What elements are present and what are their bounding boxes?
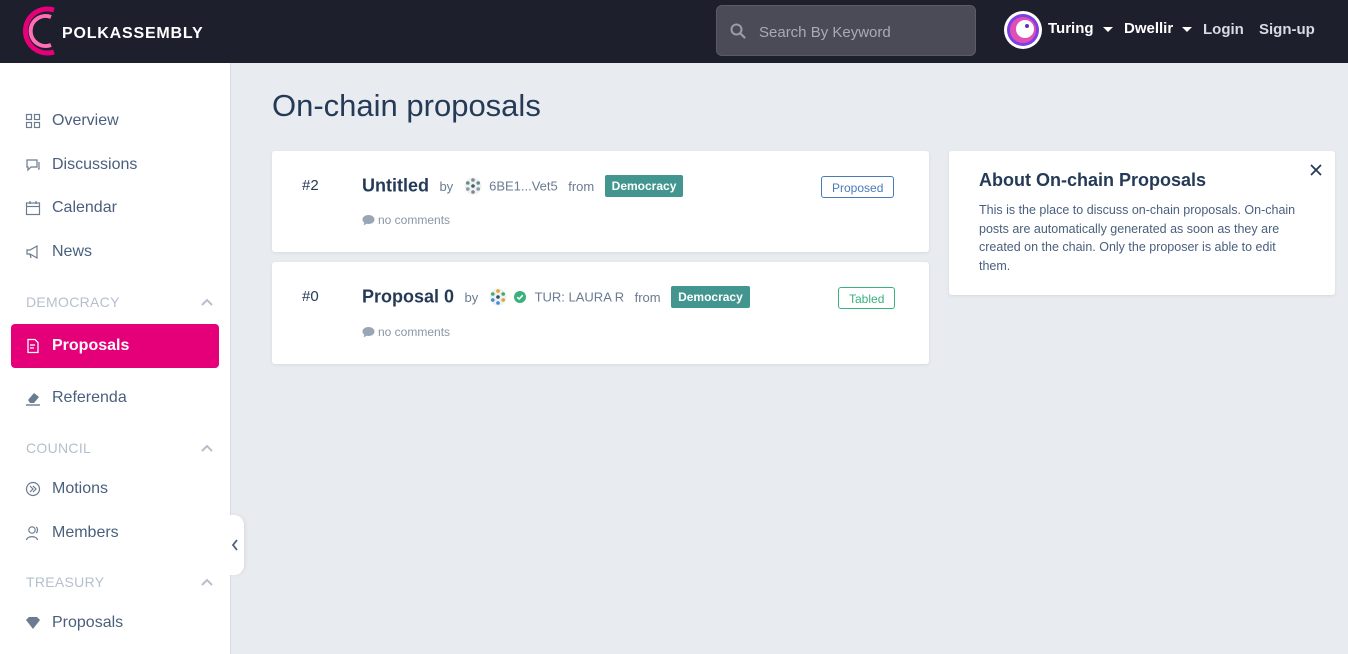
megaphone-icon (26, 244, 38, 260)
proposal-header: Proposal 0 by TUR: LAURA R from Democrac… (362, 286, 750, 312)
rpc-selector[interactable]: Dwellir (1124, 20, 1173, 37)
calendar-icon (25, 201, 41, 216)
sidebar-item-motions[interactable]: Motions (11, 467, 219, 511)
proposal-header: Untitled by 6BE1...Vet5 from Democracy (362, 175, 684, 201)
identicon-icon (489, 288, 507, 306)
motion-icon (25, 481, 41, 497)
signup-link[interactable]: Sign-up (1259, 21, 1315, 38)
comment-count: no comments (362, 213, 450, 227)
proposal-number: #2 (302, 177, 319, 194)
diamond-icon (26, 617, 40, 629)
sidebar-item-democracy-proposals[interactable]: Proposals (11, 324, 219, 368)
search-icon (730, 23, 746, 39)
sidebar-item-label: News (52, 243, 93, 260)
search-box[interactable] (716, 5, 976, 56)
close-icon[interactable] (1309, 163, 1323, 177)
sidebar-collapse-button[interactable] (226, 515, 244, 575)
comment-count: no comments (362, 325, 450, 339)
sidebar-item-label: Discussions (52, 156, 138, 173)
about-title: About On-chain Proposals (979, 170, 1207, 190)
comment-count-label: no comments (378, 213, 451, 227)
topic-tag: Democracy (604, 175, 684, 197)
proposal-title[interactable]: Untitled (362, 176, 429, 196)
sidebar-item-label: Calendar (52, 199, 117, 216)
comment-icon (362, 327, 375, 338)
section-treasury: TREASURY (26, 574, 105, 590)
comment-icon (362, 215, 375, 226)
sidebar-item-label: Referenda (52, 389, 127, 406)
section-council: COUNCIL (26, 440, 92, 456)
sidebar-item-treasury-proposals[interactable]: Proposals (11, 601, 219, 645)
search-input[interactable] (757, 18, 961, 46)
sidebar-item-discussions[interactable]: Discussions (11, 143, 219, 187)
identicon-icon (464, 177, 482, 195)
status-badge: Proposed (821, 176, 895, 198)
rpc-caret-icon[interactable] (1182, 27, 1192, 32)
chevron-up-icon[interactable] (200, 297, 214, 307)
top-bar: POLKASSEMBLY Turing Dwellir Login Sign-u… (0, 0, 1348, 63)
sidebar-item-label: Proposals (52, 614, 124, 631)
sidebar-item-news[interactable]: News (11, 230, 219, 274)
topic-tag: Democracy (671, 286, 750, 308)
about-panel: About On-chain Proposals This is the pla… (949, 151, 1335, 295)
proposal-card[interactable]: #2 Untitled by 6BE1...Vet5 from Democrac… (272, 151, 929, 252)
network-selector[interactable]: Turing (1048, 20, 1094, 37)
about-body: This is the place to discuss on-chain pr… (979, 203, 1296, 273)
brand-name: POLKASSEMBLY (62, 25, 204, 42)
turing-network-icon[interactable] (1003, 10, 1043, 50)
chevron-left-icon (231, 539, 238, 551)
sidebar-item-calendar[interactable]: Calendar (11, 186, 219, 230)
network-caret-icon[interactable] (1103, 27, 1113, 32)
eraser-icon (26, 393, 40, 406)
sidebar-item-label: Members (52, 524, 119, 541)
by-label: by (439, 178, 454, 194)
login-link[interactable]: Login (1203, 21, 1244, 38)
from-label: from (568, 178, 595, 194)
sidebar-item-label: Motions (52, 480, 109, 497)
proposal-card[interactable]: #0 Proposal 0 by TUR: LAURA R from Democ… (272, 262, 929, 364)
sidebar: Overview Discussions Calendar News DEMOC… (0, 63, 231, 654)
page-title: On-chain proposals (272, 88, 541, 123)
author-name[interactable]: TUR: LAURA R (535, 290, 625, 305)
sidebar-item-members[interactable]: Members (11, 511, 219, 555)
author-address[interactable]: 6BE1...Vet5 (489, 179, 558, 194)
comment-count-label: no comments (378, 325, 451, 339)
grid-icon (25, 113, 41, 129)
from-label: from (634, 289, 661, 305)
sidebar-item-referenda[interactable]: Referenda (11, 376, 219, 420)
members-icon (25, 526, 39, 541)
by-label: by (464, 289, 479, 305)
chevron-up-icon[interactable] (200, 443, 214, 453)
status-badge: Tabled (838, 287, 896, 309)
chat-icon (26, 159, 40, 172)
sidebar-item-label: Overview (52, 112, 119, 129)
sidebar-item-overview[interactable]: Overview (11, 99, 219, 143)
chevron-up-icon[interactable] (200, 577, 214, 587)
proposal-title[interactable]: Proposal 0 (362, 287, 454, 307)
polkassembly-logo[interactable]: POLKASSEMBLY (18, 4, 203, 58)
proposal-number: #0 (302, 288, 319, 305)
verified-check-icon (514, 291, 527, 303)
section-democracy: DEMOCRACY (26, 294, 120, 310)
proposal-icon (27, 338, 39, 354)
sidebar-item-label: Proposals (52, 337, 130, 354)
